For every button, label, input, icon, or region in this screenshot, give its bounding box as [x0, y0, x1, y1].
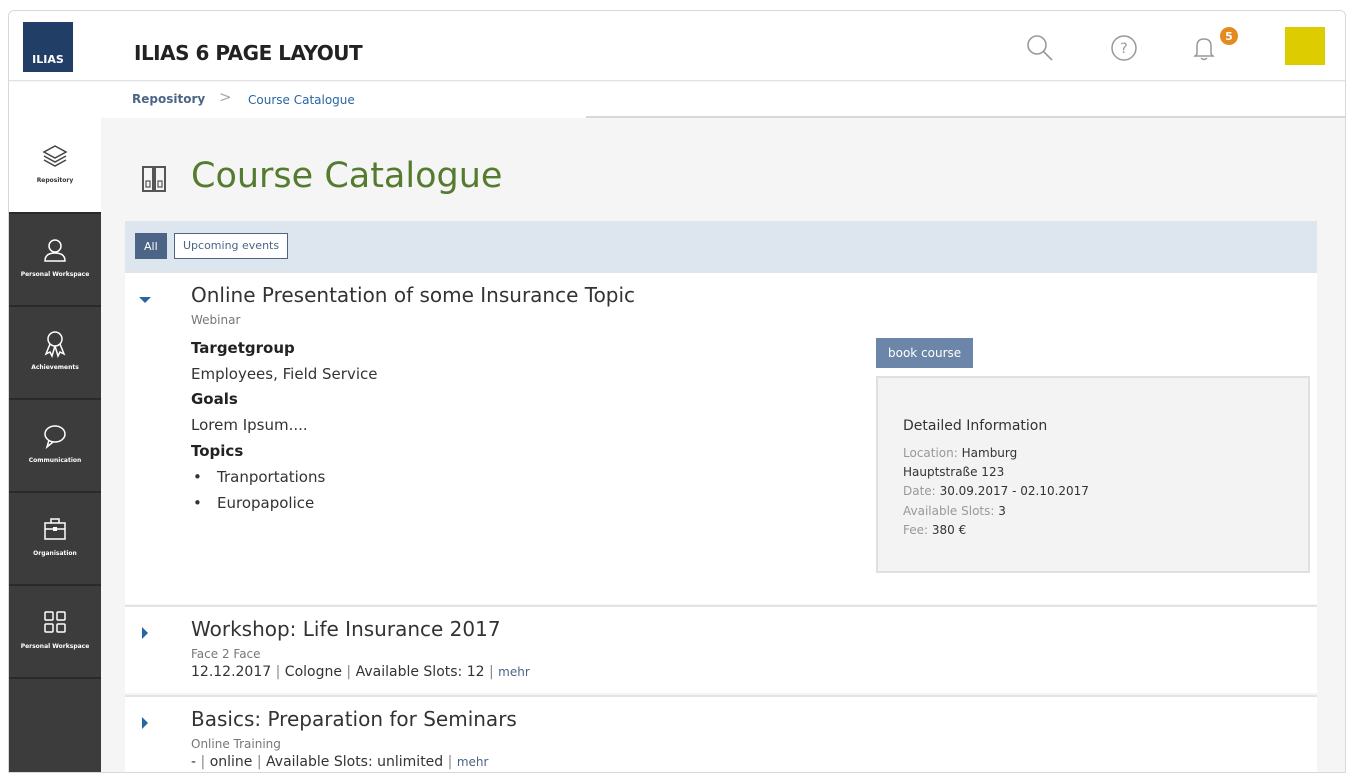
collapse-triangle-icon[interactable] [138, 293, 152, 307]
more-link[interactable]: mehr [498, 665, 530, 679]
layers-icon [42, 144, 68, 167]
expand-triangle-icon[interactable] [138, 626, 152, 640]
app-title: ILIAS 6 PAGE LAYOUT [134, 41, 363, 65]
help-icon[interactable]: ? [1109, 33, 1139, 63]
item-title[interactable]: Workshop: Life Insurance 2017 [191, 617, 501, 641]
sidebar-item-label: Communication [28, 457, 82, 464]
topics-list: Tranportations Europapolice [191, 468, 325, 520]
view-control-bar: All Upcoming events [125, 221, 1317, 271]
slots-value: 3 [998, 504, 1006, 518]
detail-slots: Available Slots: 3 [903, 504, 1006, 518]
item-title[interactable]: Basics: Preparation for Seminars [191, 707, 517, 731]
sidebar-item-label: Organisation [33, 550, 77, 557]
location-label: Location: [903, 446, 958, 460]
targetgroup-label: Targetgroup [191, 339, 295, 357]
sidebar-item-label: Achievements [31, 364, 79, 371]
detail-info-title: Detailed Information [903, 418, 1048, 434]
speech-bubble-icon [44, 425, 66, 450]
bell-icon[interactable] [1189, 33, 1219, 63]
item-type: Online Training [191, 737, 281, 751]
detail-info-box: Detailed Information Location: Hamburg H… [876, 376, 1310, 573]
separator: | [488, 664, 499, 680]
separator: | [346, 664, 356, 680]
separator: | [200, 754, 210, 770]
goals-label: Goals [191, 390, 238, 408]
list-item: Europapolice [191, 494, 325, 520]
targetgroup-value: Employees, Field Service [191, 365, 378, 383]
catalogue-icon [142, 166, 166, 192]
main-sidebar: Repository Personal Workspace Achievemen… [9, 118, 101, 772]
separator: | [275, 664, 285, 680]
item-title[interactable]: Online Presentation of some Insurance To… [191, 283, 635, 307]
list-item: Online Presentation of some Insurance To… [125, 271, 1317, 604]
item-slots: Available Slots: 12 [355, 664, 485, 680]
ilias-logo[interactable]: ILIAS [23, 22, 73, 72]
fee-label: Fee: [903, 523, 929, 537]
item-summary: 12.12.2017 | Cologne | Available Slots: … [191, 664, 530, 680]
sidebar-item-label: Personal Workspace [20, 643, 90, 650]
item-location: Cologne [284, 664, 342, 680]
item-location: online [209, 754, 253, 770]
grid-icon [44, 611, 66, 633]
book-course-button[interactable]: book course [876, 338, 974, 368]
more-link[interactable]: mehr [457, 755, 489, 769]
list-item: Basics: Preparation for Seminars Online … [125, 695, 1317, 772]
topics-label: Topics [191, 442, 244, 460]
fee-value: 380 € [931, 523, 967, 537]
detail-address: Hauptstraße 123 [903, 465, 1005, 479]
view-upcoming-events-button[interactable]: Upcoming events [174, 233, 289, 259]
breadcrumb: Repository > Course Catalogue [9, 82, 1345, 118]
notification-badge: 5 [1220, 27, 1238, 45]
sidebar-item-label: Repository [36, 176, 74, 184]
sidebar-item-label: Personal Workspace [20, 271, 90, 278]
award-icon [44, 331, 66, 358]
detail-fee: Fee: 380 € [903, 523, 966, 537]
sidebar-item-communication[interactable]: Communication [9, 400, 101, 493]
item-date: - [191, 754, 197, 770]
list-item: Workshop: Life Insurance 2017 Face 2 Fac… [125, 605, 1317, 693]
logo-text: ILIAS [32, 53, 64, 66]
svg-text:?: ? [1120, 41, 1127, 57]
date-label: Date: [903, 484, 936, 498]
sidebar-item-personal-workspace-grid[interactable]: Personal Workspace [9, 586, 101, 679]
goals-value: Lorem Ipsum.... [191, 416, 308, 434]
divider [586, 116, 1345, 118]
sidebar-item-organisation[interactable]: Organisation [9, 493, 101, 586]
breadcrumb-item-repository[interactable]: Repository [132, 92, 205, 106]
person-icon [44, 239, 66, 262]
separator: | [256, 754, 267, 770]
list-item: Tranportations [191, 468, 325, 494]
detail-date: Date: 30.09.2017 - 02.10.2017 [903, 484, 1089, 498]
main-header: ILIAS ILIAS 6 PAGE LAYOUT ? 5 [9, 11, 1345, 81]
breadcrumb-separator: > [219, 88, 232, 106]
page-title: Course Catalogue [191, 156, 503, 196]
item-date: 12.12.2017 [191, 664, 272, 680]
avatar[interactable] [1285, 27, 1325, 65]
item-type: Face 2 Face [191, 647, 261, 661]
breadcrumb-item-course-catalogue[interactable]: Course Catalogue [248, 93, 355, 107]
sidebar-item-personal-workspace[interactable]: Personal Workspace [9, 214, 101, 307]
date-value: 30.09.2017 - 02.10.2017 [939, 484, 1089, 498]
item-type: Webinar [191, 313, 241, 327]
app-window: ILIAS ILIAS 6 PAGE LAYOUT ? 5 Repository… [8, 10, 1346, 773]
search-icon[interactable] [1025, 33, 1055, 63]
separator: | [447, 754, 457, 770]
expand-triangle-icon[interactable] [138, 716, 152, 730]
location-value: Hamburg [961, 446, 1018, 460]
sidebar-item-repository[interactable]: Repository [9, 118, 101, 214]
item-slots: Available Slots: unlimited [266, 754, 444, 770]
detail-location: Location: Hamburg [903, 446, 1017, 460]
briefcase-icon [44, 518, 66, 540]
view-all-button[interactable]: All [135, 233, 167, 259]
slots-label: Available Slots: [903, 504, 995, 518]
sidebar-item-achievements[interactable]: Achievements [9, 307, 101, 400]
item-summary: - | online | Available Slots: unlimited … [191, 754, 488, 770]
